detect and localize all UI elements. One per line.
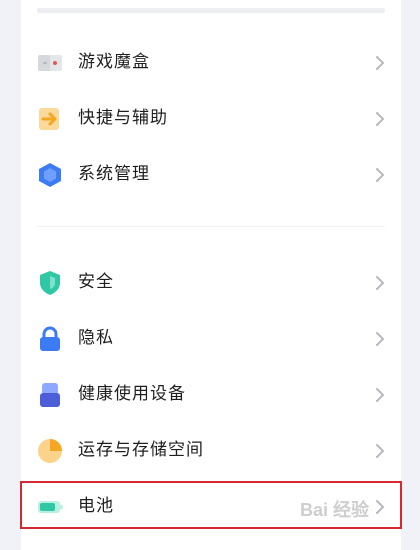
menu-item-label: 快捷与辅助 — [78, 108, 168, 128]
health-icon — [37, 382, 63, 408]
menu-item-label: 健康使用设备 — [78, 384, 186, 404]
watermark: Bai 经验 — [300, 500, 370, 520]
lock-icon — [37, 326, 63, 352]
top-divider — [37, 8, 385, 13]
menu-item-label: 系统管理 — [78, 164, 150, 184]
menu-item-label: 运存与存储空间 — [78, 440, 204, 460]
menu-item-game-box[interactable]: 游戏魔盒 — [21, 34, 401, 90]
battery-icon — [37, 494, 63, 520]
menu-item-shortcut[interactable]: 快捷与辅助 — [21, 90, 401, 146]
chevron-right-icon — [373, 387, 387, 403]
menu-item-label: 隐私 — [78, 328, 114, 348]
settings-panel: 游戏魔盒 快捷与辅助 系统管理 安全 隐私 健康使用设备 运存与存储空间 电池 — [21, 0, 401, 550]
game-box-icon — [37, 50, 63, 76]
menu-item-health[interactable]: 健康使用设备 — [21, 366, 401, 422]
chevron-right-icon — [373, 111, 387, 127]
chevron-right-icon — [373, 167, 387, 183]
menu-item-system[interactable]: 系统管理 — [21, 146, 401, 202]
menu-item-label: 安全 — [78, 272, 114, 292]
chevron-right-icon — [373, 55, 387, 71]
menu-item-label: 电池 — [78, 496, 114, 516]
chevron-right-icon — [373, 443, 387, 459]
menu-item-security[interactable]: 安全 — [21, 254, 401, 310]
menu-item-privacy[interactable]: 隐私 — [21, 310, 401, 366]
chevron-right-icon — [373, 331, 387, 347]
menu-item-label: 游戏魔盒 — [78, 52, 150, 72]
storage-pie-icon — [37, 438, 63, 464]
system-icon — [37, 162, 63, 188]
section-divider — [37, 226, 385, 227]
shield-icon — [37, 270, 63, 296]
chevron-right-icon — [373, 275, 387, 291]
chevron-right-icon — [373, 499, 387, 515]
shortcut-icon — [37, 106, 63, 132]
menu-item-storage[interactable]: 运存与存储空间 — [21, 422, 401, 478]
